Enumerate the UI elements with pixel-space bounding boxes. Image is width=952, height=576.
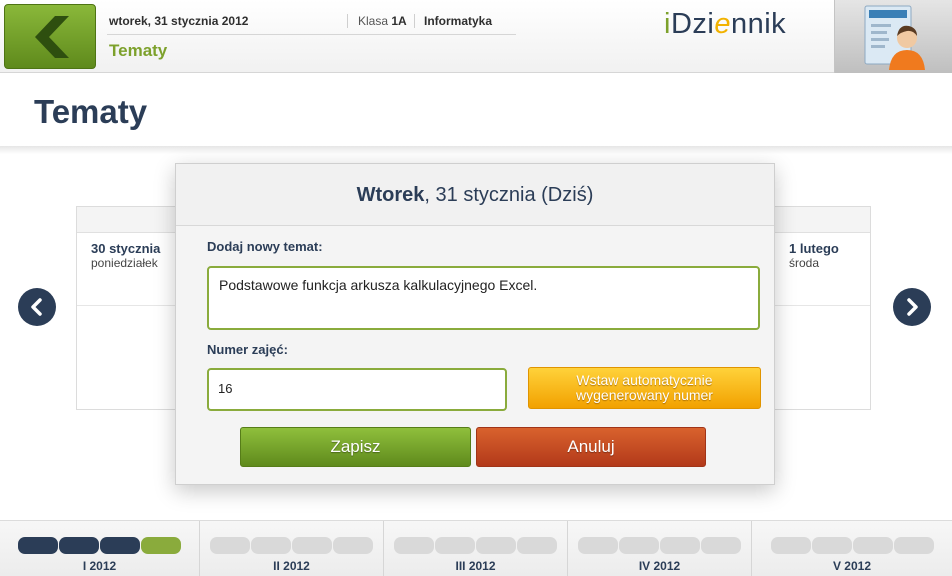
month-label: IV 2012	[638, 559, 681, 573]
month-selector: I 2012 II 2012 III 2012 IV 2012 V 2012	[0, 520, 952, 576]
month-weeks	[568, 537, 751, 554]
topic-input[interactable]: Podstawowe funkcja arkusza kalkulacyjneg…	[207, 266, 760, 330]
month-tab[interactable]: II 2012	[200, 521, 384, 576]
week-indicator	[660, 537, 700, 554]
week-indicator	[893, 537, 934, 554]
chevron-right-icon	[907, 298, 918, 316]
week-indicator	[251, 537, 291, 554]
week-indicator	[770, 537, 811, 554]
week-indicator	[578, 537, 618, 554]
week-indicator	[59, 537, 99, 554]
lesson-number-label: Numer zajęć:	[207, 342, 288, 357]
day-card-prev[interactable]: 30 stycznia poniedziałek	[76, 206, 186, 410]
week-indicator	[435, 537, 475, 554]
day-card-label: 1 lutego środa	[767, 233, 870, 306]
day-card-weekday: poniedziałek	[91, 256, 158, 270]
day-card-weekday: środa	[789, 256, 820, 270]
next-day-button[interactable]	[893, 288, 931, 326]
header-section-title: Tematy	[109, 41, 168, 60]
back-button[interactable]	[4, 4, 96, 69]
day-card-label: 30 stycznia poniedziałek	[77, 233, 185, 306]
month-tab[interactable]: IV 2012	[568, 521, 752, 576]
month-label: II 2012	[273, 559, 310, 573]
topic-label: Dodaj nowy temat:	[207, 239, 323, 254]
chevron-left-icon	[31, 298, 42, 316]
chevron-left-icon	[35, 16, 69, 58]
month-tab[interactable]: I 2012	[0, 521, 200, 576]
page-title: Tematy	[34, 93, 148, 130]
header-class-prefix: Klasa	[358, 14, 389, 28]
dialog-title-date: , 31 stycznia (Dziś)	[424, 184, 594, 206]
user-profile-button[interactable]	[834, 0, 952, 73]
week-indicator	[517, 537, 557, 554]
week-indicator	[619, 537, 659, 554]
week-indicator	[141, 537, 181, 554]
month-weeks	[752, 537, 952, 554]
month-tab[interactable]: III 2012	[384, 521, 568, 576]
week-indicator	[476, 537, 516, 554]
header-class: Klasa 1A	[347, 14, 407, 28]
month-label: V 2012	[832, 559, 872, 573]
title-divider	[0, 146, 952, 154]
week-indicator	[333, 537, 373, 554]
month-tab[interactable]: V 2012	[752, 521, 952, 576]
week-indicator	[292, 537, 332, 554]
month-weeks	[200, 537, 383, 554]
header-class-name: 1A	[391, 14, 407, 28]
week-indicator	[18, 537, 58, 554]
week-indicator	[701, 537, 741, 554]
day-card-date: 30 stycznia	[91, 241, 161, 256]
day-card-header	[767, 207, 870, 233]
day-card-header	[77, 207, 185, 233]
previous-day-button[interactable]	[18, 288, 56, 326]
day-card-date: 1 lutego	[789, 241, 839, 256]
header-divider	[107, 34, 516, 35]
dialog-title: Wtorek, 31 stycznia (Dziś)	[176, 164, 774, 226]
header-date: wtorek, 31 stycznia 2012	[109, 14, 249, 28]
week-indicator	[394, 537, 434, 554]
idziennik-logo: iDziennik	[664, 8, 787, 40]
cancel-button[interactable]: Anuluj	[476, 427, 706, 467]
day-card-next[interactable]: 1 lutego środa	[766, 206, 871, 410]
week-indicator	[811, 537, 852, 554]
auto-number-button[interactable]: Wstaw automatycznie wygenerowany numer	[528, 367, 761, 409]
header-subject: Informatyka	[414, 14, 492, 28]
week-indicator	[852, 537, 893, 554]
teacher-avatar-icon	[864, 5, 925, 70]
add-topic-dialog: Wtorek, 31 stycznia (Dziś) Dodaj nowy te…	[175, 163, 775, 485]
week-indicator	[100, 537, 140, 554]
dialog-title-day: Wtorek	[356, 184, 425, 206]
save-button[interactable]: Zapisz	[240, 427, 471, 467]
top-header: wtorek, 31 stycznia 2012 Klasa 1A Inform…	[0, 0, 952, 73]
month-label: I 2012	[82, 559, 117, 573]
lesson-number-input[interactable]: 16	[207, 368, 507, 411]
month-weeks	[384, 537, 567, 554]
month-weeks	[0, 537, 199, 554]
week-indicator	[210, 537, 250, 554]
month-label: III 2012	[455, 559, 496, 573]
